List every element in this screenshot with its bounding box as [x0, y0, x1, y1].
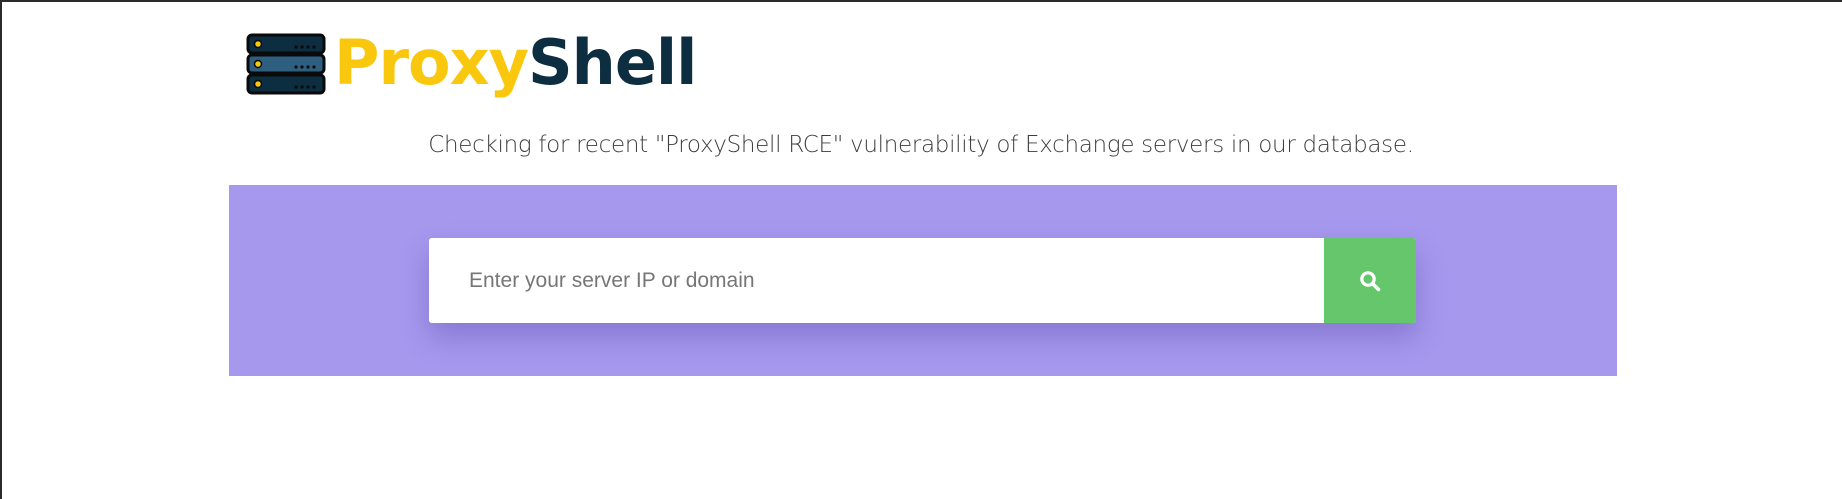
- search-icon: [1360, 270, 1381, 291]
- logo-word-shell: Shell: [528, 26, 697, 99]
- search-form: [429, 238, 1416, 323]
- server-rack-icon: [246, 33, 326, 95]
- page-subtitle: Checking for recent "ProxyShell RCE" vul…: [428, 132, 1414, 158]
- logo-word-proxy: Proxy: [334, 26, 529, 99]
- site-logo[interactable]: ProxyShell: [246, 30, 697, 100]
- window-left-border: [0, 0, 2, 499]
- logo-wordmark: ProxyShell: [334, 32, 697, 94]
- search-button[interactable]: [1324, 238, 1416, 323]
- search-input[interactable]: [429, 238, 1324, 323]
- window-top-border: [0, 0, 1842, 2]
